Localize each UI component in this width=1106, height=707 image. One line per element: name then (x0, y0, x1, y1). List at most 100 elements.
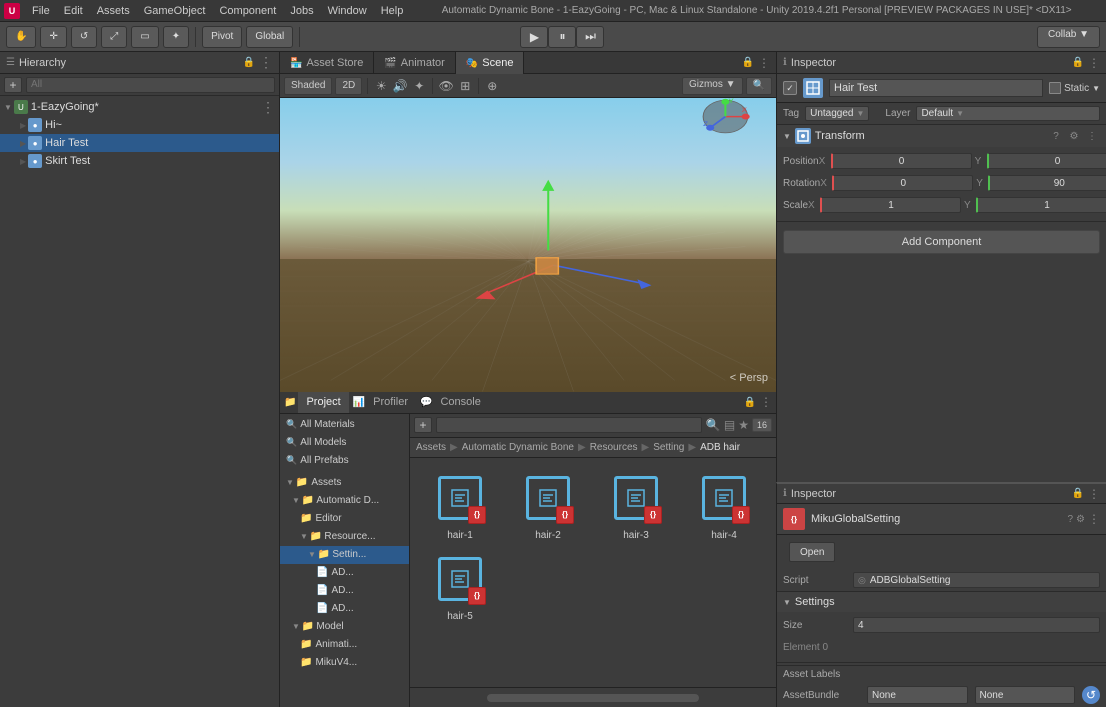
layer-dropdown[interactable]: Default ▼ (916, 106, 1100, 121)
proj-ad2[interactable]: 📄 AD... (280, 582, 409, 600)
inspector2-more-icon[interactable]: ⋮ (1088, 512, 1100, 526)
tab-project[interactable]: Project (298, 391, 348, 413)
hier-menu-eazygoing[interactable]: ⋮ (261, 99, 275, 116)
tab-animator[interactable]: 🎬 Animator (374, 52, 455, 74)
transform-help-icon[interactable]: ? (1048, 128, 1064, 144)
bottom-menu-icon[interactable]: ⋮ (760, 395, 772, 409)
proj-resources[interactable]: ▼ 📁 Resource... (280, 528, 409, 546)
inspector-top-menu-icon[interactable]: ⋮ (1088, 56, 1100, 70)
project-add-btn[interactable]: + (414, 417, 432, 433)
menu-file[interactable]: File (26, 3, 56, 19)
file-item-hair3[interactable]: {} hair-3 (596, 468, 676, 541)
tag-dropdown[interactable]: Untagged ▼ (805, 106, 869, 121)
proj-ad1[interactable]: 📄 AD... (280, 564, 409, 582)
proj-editor[interactable]: 📁 Editor (280, 510, 409, 528)
rect-tool-btn[interactable]: ▭ (131, 26, 158, 48)
twod-btn[interactable]: 2D (335, 77, 362, 95)
asset-bundle-refresh-icon[interactable]: ↺ (1082, 686, 1100, 704)
scale-y-input[interactable] (976, 197, 1106, 213)
static-dropdown-arrow[interactable]: ▼ (1092, 84, 1100, 93)
asset-bundle-dropdown2[interactable]: None (975, 686, 1076, 704)
hier-item-skirttest[interactable]: ▶ ● Skirt Test (0, 152, 279, 170)
scene-search-btn[interactable]: 🔍 (746, 77, 772, 95)
rotate-tool-btn[interactable]: ↺ (71, 26, 97, 48)
transform-settings-icon[interactable]: ⚙ (1066, 128, 1082, 144)
inspector-bottom-lock-icon[interactable]: 🔒 (1072, 488, 1084, 499)
scene-vis-icon[interactable]: 👁 (438, 78, 454, 94)
file-item-hair1[interactable]: {} hair-1 (420, 468, 500, 541)
proj-setting[interactable]: ▼ 📁 Settin... (280, 546, 409, 564)
scene-audio-icon[interactable]: 🔊 (392, 78, 408, 94)
menu-gameobject[interactable]: GameObject (138, 3, 212, 19)
proj-automatic[interactable]: ▼ 📁 Automatic D... (280, 492, 409, 510)
tab-console[interactable]: Console (432, 391, 488, 413)
transform-header[interactable]: ▼ Transform ? ⚙ ⋮ (777, 125, 1106, 147)
pivot-btn[interactable]: Pivot (202, 26, 242, 48)
tab-asset-store[interactable]: 🏪 Asset Store (280, 52, 374, 74)
hier-item-eazygoing[interactable]: ▼ U 1-EazyGoing* ⋮ (0, 98, 279, 116)
settings-header[interactable]: ▼ Settings (777, 592, 1106, 612)
bread-adbhair[interactable]: ADB hair (700, 442, 740, 453)
bread-auto[interactable]: Automatic Dynamic Bone (462, 442, 574, 453)
project-scrollbar[interactable] (410, 687, 776, 707)
global-btn[interactable]: Global (246, 26, 293, 48)
menu-window[interactable]: Window (322, 3, 373, 19)
collab-btn[interactable]: Collab ▼ (1037, 26, 1100, 48)
proj-all-models[interactable]: 🔍 All Models (280, 434, 409, 452)
inspector-bottom-menu-icon[interactable]: ⋮ (1088, 487, 1100, 501)
hierarchy-menu-icon[interactable]: ⋮ (259, 54, 273, 71)
object-name-input[interactable] (829, 79, 1043, 97)
add-component-btn[interactable]: Add Component (783, 230, 1100, 254)
bottom-lock-icon[interactable]: 🔒 (744, 397, 756, 408)
position-y-input[interactable] (987, 153, 1106, 169)
transform-tool-btn[interactable]: ✦ (163, 26, 189, 48)
position-x-input[interactable] (831, 153, 972, 169)
tab-profiler[interactable]: Profiler (365, 391, 416, 413)
proj-ad3[interactable]: 📄 AD... (280, 600, 409, 618)
bread-setting[interactable]: Setting (653, 442, 684, 453)
gizmos-btn[interactable]: Gizmos ▼ (682, 77, 743, 95)
tab-scene[interactable]: 🎭 Scene (456, 52, 525, 74)
proj-search-icon[interactable]: 🔍 (706, 418, 721, 432)
scale-x-input[interactable] (820, 197, 961, 213)
step-btn[interactable]: ⏭ (576, 26, 604, 48)
proj-all-materials[interactable]: 🔍 All Materials (280, 416, 409, 434)
shaded-btn[interactable]: Shaded (284, 77, 332, 95)
pause-btn[interactable]: ⏸ (548, 26, 576, 48)
project-search-input[interactable] (436, 417, 702, 433)
asset-bundle-dropdown1[interactable]: None (867, 686, 968, 704)
proj-filter-icon[interactable]: ▤ (724, 418, 735, 432)
inspector2-settings-icon[interactable]: ⚙ (1076, 514, 1085, 525)
menu-assets[interactable]: Assets (91, 3, 136, 19)
proj-animations[interactable]: 📁 Animati... (280, 636, 409, 654)
scale-tool-btn[interactable]: ⤢ (101, 26, 127, 48)
rotation-x-input[interactable] (832, 175, 973, 191)
scene-nav-icon[interactable]: ⊕ (484, 78, 500, 94)
scene-view[interactable]: X Y Z < Persp (280, 98, 776, 392)
menu-jobs[interactable]: Jobs (284, 3, 319, 19)
menu-help[interactable]: Help (375, 3, 410, 19)
proj-all-prefabs[interactable]: 🔍 All Prefabs (280, 452, 409, 470)
proj-mikuv4[interactable]: 📁 MikuV4... (280, 654, 409, 672)
scene-tab-menu-icon[interactable]: ⋮ (758, 56, 770, 70)
size-input[interactable] (853, 617, 1100, 633)
file-item-hair2[interactable]: {} hair-2 (508, 468, 588, 541)
bread-resources[interactable]: Resources (590, 442, 638, 453)
file-item-hair4[interactable]: {} hair-4 (684, 468, 764, 541)
scene-light-icon[interactable]: ☀ (373, 78, 389, 94)
transform-more-icon[interactable]: ⋮ (1084, 128, 1100, 144)
hierarchy-search-input[interactable] (26, 77, 275, 93)
proj-assets[interactable]: ▼ 📁 Assets (280, 474, 409, 492)
file-item-hair5[interactable]: {} hair-5 (420, 549, 500, 622)
rotation-y-input[interactable] (988, 175, 1106, 191)
bread-assets[interactable]: Assets (416, 442, 446, 453)
object-active-checkbox[interactable] (783, 81, 797, 95)
hand-tool-btn[interactable]: ✋ (6, 26, 36, 48)
inspector2-help-icon[interactable]: ? (1067, 514, 1073, 525)
hierarchy-lock-icon[interactable]: 🔒 (243, 57, 255, 68)
hier-item-hairtest[interactable]: ▶ ● Hair Test (0, 134, 279, 152)
scene-tab-lock-icon[interactable]: 🔒 (742, 57, 754, 68)
hier-item-hi[interactable]: ▶ ● Hi~ (0, 116, 279, 134)
move-tool-btn[interactable]: ✛ (40, 26, 66, 48)
scene-fx-icon[interactable]: ✦ (411, 78, 427, 94)
